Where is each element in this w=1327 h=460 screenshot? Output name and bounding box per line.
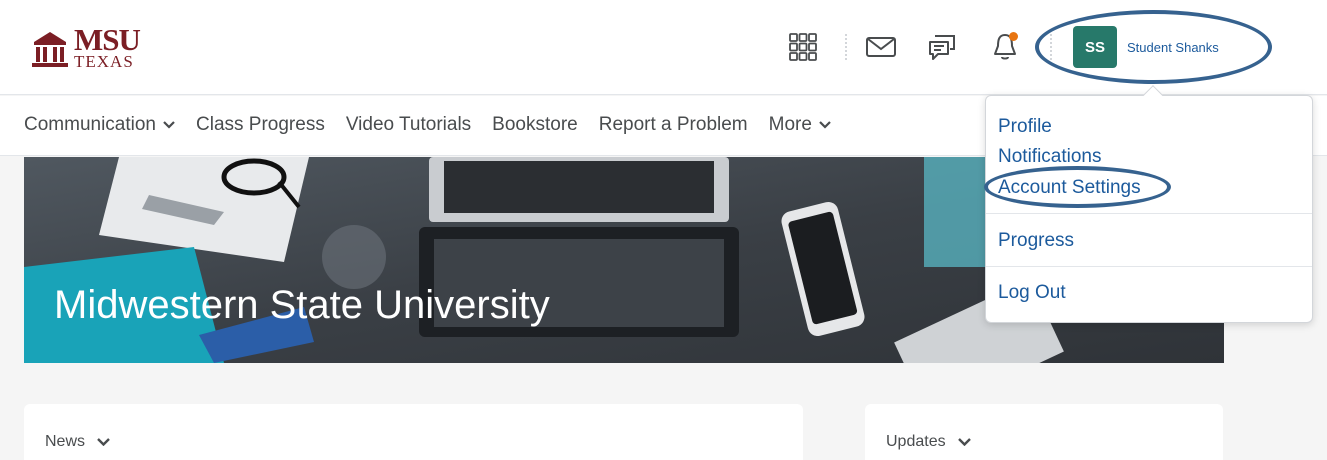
banner-title: Midwestern State University [54, 283, 550, 327]
top-header: MSU TEXAS SS Student Shanks [0, 0, 1327, 95]
notification-badge [1009, 32, 1018, 41]
nav-item-label: Report a Problem [598, 114, 748, 135]
widget-title: Updates [886, 433, 946, 450]
nav-item-video-tutorials[interactable]: Video Tutorials [346, 114, 471, 136]
mail-icon[interactable] [864, 30, 898, 64]
logo-line-2: TEXAS [74, 52, 134, 71]
menu-item-progress[interactable]: Progress [998, 230, 1074, 252]
nav-item-communication[interactable]: Communication [24, 114, 175, 136]
header-separator [845, 34, 847, 60]
chevron-down-icon [163, 121, 175, 129]
user-menu-dropdown: Profile Notifications Account Settings P… [985, 95, 1313, 323]
menu-item-log-out[interactable]: Log Out [998, 282, 1066, 304]
nav-item-label: Class Progress [196, 114, 325, 135]
updates-widget: Updates [865, 404, 1223, 460]
nav-item-label: More [768, 114, 812, 135]
nav-item-bookstore[interactable]: Bookstore [492, 114, 578, 136]
menu-item-account-settings[interactable]: Account Settings [998, 177, 1141, 199]
updates-widget-header[interactable]: Updates [886, 433, 971, 451]
user-menu-button[interactable]: SS Student Shanks [1073, 26, 1273, 68]
university-seal-icon [32, 32, 68, 67]
chat-icon[interactable] [925, 30, 959, 64]
avatar: SS [1073, 26, 1117, 68]
nav-item-class-progress[interactable]: Class Progress [196, 114, 325, 136]
nav-item-more[interactable]: More [769, 114, 831, 136]
waffle-icon[interactable] [786, 30, 820, 64]
user-name: Student Shanks [1127, 39, 1219, 55]
menu-item-profile[interactable]: Profile [998, 116, 1052, 138]
widget-title: News [45, 433, 86, 450]
bell-icon[interactable] [988, 30, 1022, 64]
menu-item-notifications[interactable]: Notifications [998, 146, 1102, 168]
nav-item-label: Video Tutorials [345, 114, 472, 135]
chevron-down-icon [97, 438, 110, 446]
chevron-down-icon [957, 438, 971, 446]
nav-item-report-a-problem[interactable]: Report a Problem [599, 114, 748, 136]
logo-line-1: MSU [74, 22, 141, 57]
header-separator [1050, 34, 1052, 60]
nav-item-label: Communication [24, 114, 156, 135]
menu-divider [986, 266, 1312, 267]
msu-logo[interactable]: MSU TEXAS [30, 22, 145, 71]
nav-item-label: Bookstore [492, 114, 578, 135]
menu-divider [986, 213, 1312, 214]
news-widget-header[interactable]: News [45, 433, 110, 451]
news-widget: News [24, 404, 803, 460]
chevron-down-icon [819, 121, 831, 129]
